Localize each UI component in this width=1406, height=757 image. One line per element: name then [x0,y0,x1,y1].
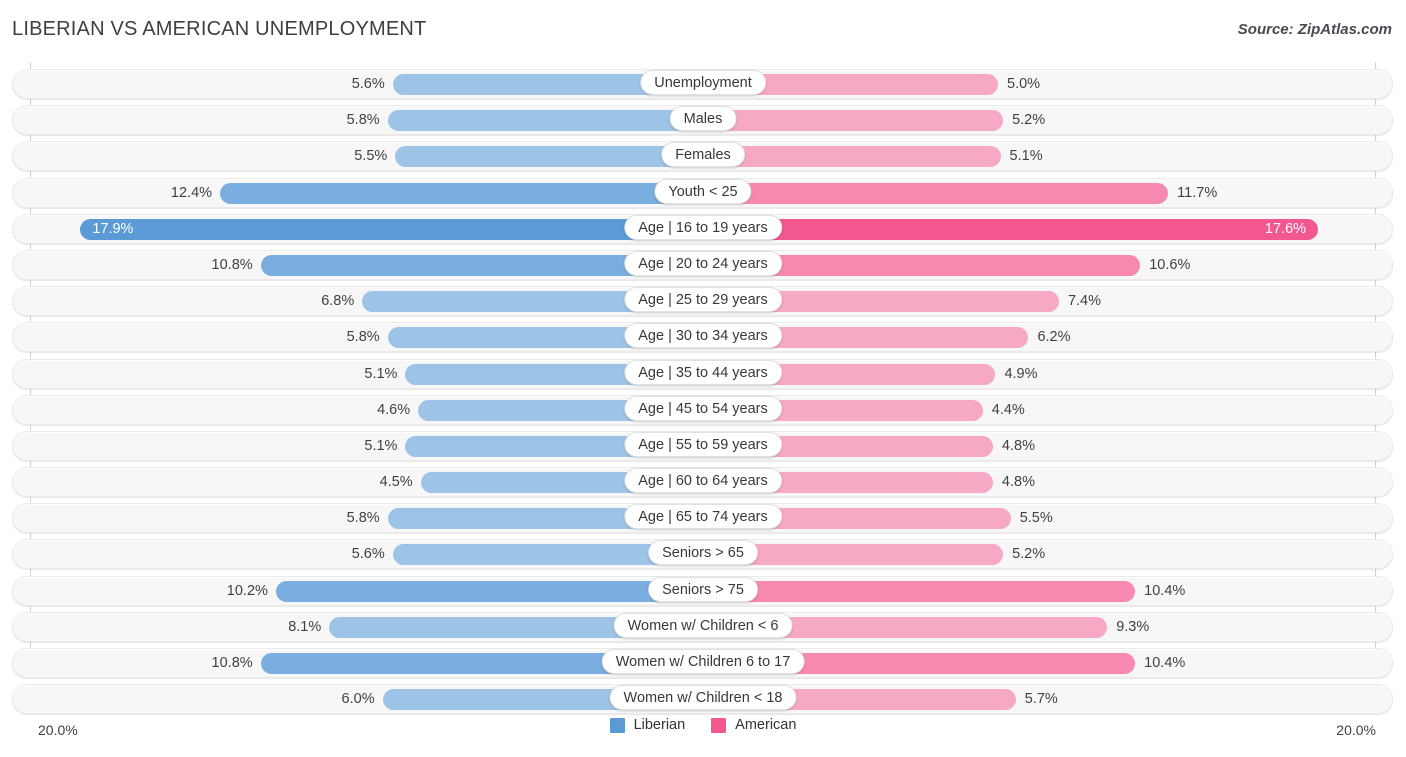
value-label-liberian: 6.8% [321,293,355,310]
value-label-liberian: 10.2% [226,582,268,599]
legend-label: Liberian [633,717,686,733]
value-label-american: 4.9% [1004,365,1038,382]
value-label-liberian: 5.1% [364,437,398,454]
value-label-american: 17.6% [1264,220,1307,237]
category-label: Youth < 25 [654,178,752,204]
bar-american[interactable] [703,182,1169,204]
legend-swatch-icon [711,717,727,733]
category-label: Age | 30 to 34 years [624,323,782,349]
table-row: 4.5% 4.8% Age | 60 to 64 years [0,464,1406,500]
value-label-american: 4.8% [1001,437,1035,454]
value-label-liberian: 12.4% [170,184,213,201]
table-row: 5.1% 4.9% Age | 35 to 44 years [0,356,1406,392]
value-label-american: 10.4% [1144,655,1186,671]
table-row: 6.0% 5.7% Women w/ Children < 18 [0,681,1406,717]
table-row: 5.6% 5.2% Seniors > 65 [0,536,1406,572]
value-label-american: 4.8% [1001,474,1035,491]
table-row: 10.8% 10.4% Women w/ Children 6 to 17 [0,645,1406,681]
value-label-liberian: 4.5% [379,474,413,491]
value-label-american: 5.2% [1012,112,1046,129]
table-row: 5.5% 5.1% Females [0,138,1406,174]
bar-liberian[interactable] [395,146,703,168]
bar-liberian[interactable] [275,580,703,602]
table-row: 10.8% 10.6% Age | 20 to 24 years [0,247,1406,283]
value-label-liberian: 5.6% [351,546,385,563]
value-label-liberian: 5.6% [351,76,385,92]
table-row: 5.8% 5.5% Age | 65 to 74 years [0,500,1406,536]
category-label: Women w/ Children < 6 [613,612,793,638]
value-label-liberian: 10.8% [211,256,253,273]
value-label-american: 11.7% [1177,184,1218,201]
value-label-american: 6.2% [1037,329,1071,346]
legend-item-american[interactable]: American [711,717,796,733]
value-label-american: 5.1% [1009,148,1043,165]
source-attribution: Source: ZipAtlas.com [1237,21,1392,38]
category-label: Unemployment [640,70,766,95]
value-label-american: 5.0% [1007,76,1041,92]
value-label-liberian: 6.0% [341,691,375,708]
value-label-liberian: 5.8% [346,329,380,346]
category-label: Seniors > 65 [648,540,758,566]
bar-liberian[interactable] [220,182,703,204]
table-row: 6.8% 7.4% Age | 25 to 29 years [0,283,1406,319]
category-label: Women w/ Children 6 to 17 [601,649,805,674]
bar-american[interactable] [703,146,1001,168]
table-row: 5.6% 5.0% Unemployment [0,66,1406,102]
value-label-american: 5.7% [1024,691,1058,708]
value-label-american: 4.4% [991,401,1025,418]
value-label-american: 5.5% [1019,510,1053,527]
bar-liberian[interactable] [80,218,703,240]
bar-liberian[interactable] [387,110,703,132]
chart-legend: Liberian American [0,717,1406,733]
table-row: 5.1% 4.8% Age | 55 to 59 years [0,428,1406,464]
bar-american[interactable] [703,218,1319,240]
value-label-liberian: 17.9% [92,220,134,237]
table-row: 17.9% 17.6% Age | 16 to 19 years [0,211,1406,247]
category-label: Age | 25 to 29 years [624,287,782,313]
bar-american[interactable] [703,580,1136,602]
value-label-liberian: 8.1% [288,618,322,635]
plot-area: 5.6% 5.0% Unemployment 5.8% 5.2% Males 5.5% 5.1… [0,62,1406,738]
category-label: Age | 45 to 54 years [624,395,782,421]
legend-swatch-icon [609,717,625,733]
category-label: Age | 20 to 24 years [624,250,782,276]
table-row: 5.8% 5.2% Males [0,102,1406,138]
value-label-american: 7.4% [1067,293,1102,310]
value-label-liberian: 5.8% [346,510,380,527]
category-label: Age | 65 to 74 years [624,504,782,530]
chart-container: LIBERIAN VS AMERICAN UNEMPLOYMENT Source… [0,0,1406,757]
category-label: Age | 16 to 19 years [624,214,782,240]
bar-rows: 5.6% 5.0% Unemployment 5.8% 5.2% Males 5.5% 5.1… [0,66,1406,717]
table-row: 10.2% 10.4% Seniors > 75 [0,573,1406,609]
value-label-liberian: 10.8% [211,655,253,671]
value-label-american: 10.6% [1149,256,1191,273]
value-label-american: 10.4% [1144,582,1186,599]
legend-item-liberian[interactable]: Liberian [609,717,686,733]
page-title: LIBERIAN VS AMERICAN UNEMPLOYMENT [12,18,427,40]
table-row: 5.8% 6.2% Age | 30 to 34 years [0,319,1406,355]
value-label-liberian: 4.6% [377,401,411,418]
table-row: 4.6% 4.4% Age | 45 to 54 years [0,392,1406,428]
bar-american[interactable] [703,110,1004,132]
value-label-liberian: 5.5% [354,148,388,165]
category-label: Seniors > 75 [648,576,758,602]
value-label-american: 9.3% [1116,618,1150,635]
value-label-liberian: 5.1% [364,365,398,382]
category-label: Females [661,142,745,168]
legend-label: American [735,717,797,733]
value-label-american: 5.2% [1012,546,1046,563]
category-label: Women w/ Children < 18 [609,685,797,711]
category-label: Age | 55 to 59 years [624,431,782,457]
category-label: Age | 60 to 64 years [624,468,782,494]
value-label-liberian: 5.8% [346,112,380,129]
category-label: Males [669,106,737,132]
table-row: 8.1% 9.3% Women w/ Children < 6 [0,609,1406,645]
category-label: Age | 35 to 44 years [624,359,782,385]
table-row: 12.4% 11.7% Youth < 25 [0,175,1406,211]
